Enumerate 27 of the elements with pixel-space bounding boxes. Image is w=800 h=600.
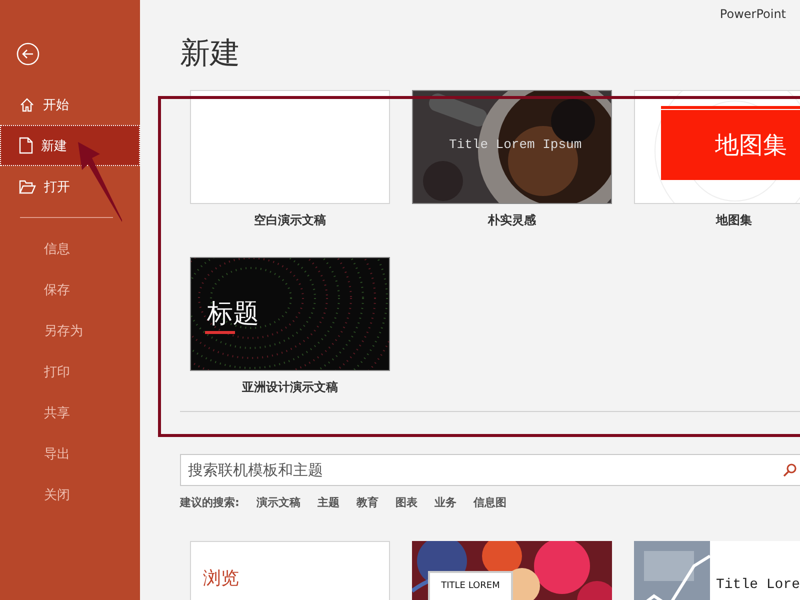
- back-button[interactable]: [16, 42, 40, 66]
- suggestions-label: 建议的搜索:: [180, 495, 240, 510]
- accent-bar: [205, 331, 235, 334]
- suggestion-link[interactable]: 信息图: [473, 495, 506, 510]
- suggestion-link[interactable]: 教育: [356, 495, 378, 510]
- folder-icon: [19, 180, 36, 194]
- slide-title: Title Lorem Ipsum: [449, 137, 582, 152]
- slide-title: 标题: [207, 298, 259, 331]
- page-heading: 新建: [180, 35, 241, 73]
- template-tile[interactable]: 空白演示文稿: [190, 90, 390, 229]
- home-icon: [19, 96, 35, 112]
- sidebar-item[interactable]: 新建: [0, 125, 140, 166]
- sidebar-item[interactable]: 打开: [0, 166, 140, 207]
- slide-title: Title Lore: [716, 577, 800, 594]
- slide-title: TITLE LOREM: [428, 571, 513, 600]
- suggestion-link[interactable]: 主题: [317, 495, 340, 510]
- app-name: PowerPoint: [720, 7, 786, 21]
- search-field[interactable]: 搜索联机模板和主题: [180, 454, 800, 486]
- suggestion-link[interactable]: 演示文稿: [256, 495, 300, 510]
- title-banner: 地图集: [661, 109, 800, 180]
- suggestion-link[interactable]: 业务: [434, 495, 456, 510]
- document-icon: [19, 137, 33, 154]
- search-icon[interactable]: [783, 463, 797, 478]
- suggestion-link[interactable]: 图表: [395, 495, 418, 510]
- browse-card[interactable]: 浏览: [190, 541, 390, 600]
- sidebar-item[interactable]: 开始: [0, 84, 140, 125]
- browse-label: 浏览: [203, 567, 239, 590]
